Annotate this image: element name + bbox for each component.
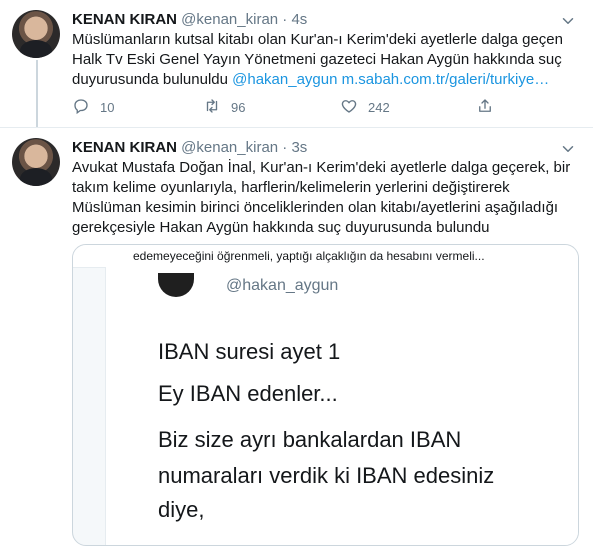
screenshot-text-line: diye, [158, 497, 205, 522]
retweet-count: 96 [231, 100, 246, 115]
screenshot-avatar [158, 273, 194, 297]
tweet[interactable]: KENAN KIRAN @kenan_kiran · 4s Müslümanla… [0, 0, 593, 128]
mention-link[interactable]: @hakan_aygun [232, 71, 337, 88]
screenshot-caption: edemeyeceğini öğrenmeli, yaptığı alçaklı… [133, 249, 485, 263]
avatar[interactable] [12, 138, 60, 186]
tweet-text-segment: duyurusunda bulunuldu [72, 71, 233, 88]
separator-dot: · [282, 11, 288, 28]
retweet-icon [203, 97, 231, 118]
tweet-header: KENAN KIRAN @kenan_kiran · 3s [72, 138, 307, 158]
screenshot-top-text: edemeyeceğini öğrenmeli, yaptığı alçaklı… [73, 245, 578, 268]
timestamp[interactable]: 4s [291, 11, 307, 28]
tweet-text-line: Halk Tv Eski Genel Yayın Yönetmeni gazet… [72, 51, 562, 68]
thread-connector [36, 60, 38, 127]
chevron-down-icon[interactable] [559, 140, 577, 158]
screenshot-tweet-card: @hakan_aygun IBAN suresi ayet 1 Ey IBAN … [105, 267, 578, 545]
tweet-text-line: Müslüman kesimin birinci önceliklerinden… [72, 199, 559, 216]
retweet-button[interactable]: 96 [203, 97, 245, 118]
separator-dot: · [282, 139, 288, 156]
author-handle[interactable]: @kenan_kiran [181, 11, 278, 28]
share-button[interactable] [476, 97, 504, 118]
tweet-text: Avukat Mustafa Doğan İnal, Kur'an-ı Keri… [72, 158, 577, 238]
author-name[interactable]: KENAN KIRAN [72, 139, 177, 156]
tweet-text-line: takım kelime oyunlarıyla, harflerin/keli… [72, 179, 510, 196]
reply-icon [72, 97, 100, 118]
tweet-text-line: gerekçesiyle Hakan Aygün hakkında suç du… [72, 219, 490, 236]
timestamp[interactable]: 3s [291, 139, 307, 156]
screenshot-text-line: Ey IBAN edenler... [158, 381, 338, 406]
url-link[interactable]: m.sabah.com.tr/galeri/turkiye… [337, 71, 550, 88]
attached-image[interactable]: edemeyeceğini öğrenmeli, yaptığı alçaklı… [72, 244, 579, 546]
action-bar: 10 96 242 [72, 97, 577, 117]
tweet-text-line: Avukat Mustafa Doğan İnal, Kur'an-ı Keri… [72, 159, 571, 176]
like-button[interactable]: 242 [340, 97, 390, 118]
screenshot-text-line: numaraları verdik ki IBAN edesiniz [158, 463, 495, 488]
author-handle[interactable]: @kenan_kiran [181, 139, 278, 156]
author-name[interactable]: KENAN KIRAN [72, 11, 177, 28]
avatar[interactable] [12, 10, 60, 58]
like-count: 242 [368, 100, 390, 115]
screenshot-text-line: Biz size ayrı bankalardan IBAN [158, 427, 462, 452]
heart-icon [340, 97, 368, 118]
reply-count: 10 [100, 100, 115, 115]
screenshot-text-line: IBAN suresi ayet 1 [158, 339, 341, 364]
tweet-text: Müslümanların kutsal kitabı olan Kur'an-… [72, 30, 577, 90]
tweet[interactable]: KENAN KIRAN @kenan_kiran · 3s Avukat Mus… [0, 128, 593, 546]
reply-button[interactable]: 10 [72, 97, 114, 118]
tweet-text-line: duyurusunda bulunuldu @hakan_aygun m.sab… [72, 70, 577, 90]
screenshot-handle: @hakan_aygun [226, 277, 339, 294]
chevron-down-icon[interactable] [559, 12, 577, 30]
share-icon [476, 97, 504, 118]
tweet-text-line: Müslümanların kutsal kitabı olan Kur'an-… [72, 31, 563, 48]
tweet-header: KENAN KIRAN @kenan_kiran · 4s [72, 10, 307, 30]
